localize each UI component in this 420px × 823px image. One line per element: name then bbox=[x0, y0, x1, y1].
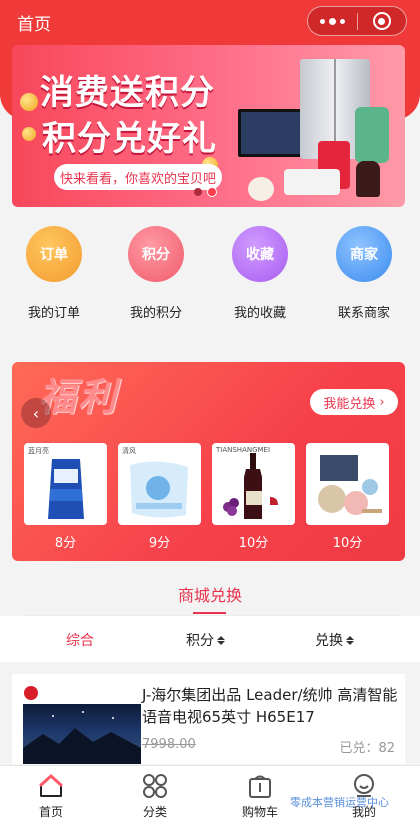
coin-icon bbox=[20, 93, 38, 111]
watermark: 零成本营销运营中心 bbox=[290, 796, 389, 809]
title-underline bbox=[193, 612, 226, 614]
redeemed-count: 已兑：82 bbox=[339, 741, 395, 756]
sort-filter-bar: 综合 积分 兑换 bbox=[0, 616, 420, 662]
chevron-left-icon[interactable]: ‹ bbox=[21, 398, 51, 428]
product-points: 10分 bbox=[238, 536, 269, 551]
favorite-icon: 收藏 bbox=[232, 226, 288, 282]
sort-icon bbox=[217, 635, 225, 645]
wine-bottle-image bbox=[223, 453, 278, 519]
product-image bbox=[23, 704, 141, 764]
banner-title-line2: 积分兑好礼 bbox=[42, 119, 217, 159]
coin-icon bbox=[22, 127, 36, 141]
tableware-image bbox=[318, 455, 382, 515]
divider bbox=[20, 615, 400, 616]
chevron-right-icon: › bbox=[379, 394, 385, 410]
category-icon bbox=[120, 772, 190, 800]
product-points: 10分 bbox=[332, 536, 363, 551]
banner-title-line1: 消费送积分 bbox=[40, 73, 215, 113]
more-menu-icon[interactable] bbox=[308, 17, 357, 25]
wine-image bbox=[356, 161, 380, 197]
menu-item-label: 我的收藏 bbox=[233, 306, 286, 321]
menu-item-label: 我的积分 bbox=[129, 306, 182, 321]
menu-item-favorites[interactable]: 收藏 我的收藏 bbox=[220, 226, 300, 321]
tab-cart[interactable]: 购物车 bbox=[225, 772, 295, 820]
product-card[interactable]: J-海尔集团出品 Leader/统帅 高清智能语音电视65英寸 H65E17 7… bbox=[12, 674, 405, 764]
tv-image bbox=[238, 109, 306, 157]
menu-item-merchant[interactable]: 商家 联系商家 bbox=[324, 226, 404, 321]
home-icon bbox=[16, 772, 86, 800]
menu-item-orders[interactable]: 订单 我的订单 bbox=[14, 226, 94, 321]
filter-redeemed[interactable]: 兑换 bbox=[315, 630, 354, 650]
quick-menu: 订单 我的订单 积分 我的积分 收藏 我的收藏 商家 联系商家 bbox=[0, 226, 420, 326]
mini-program-capsule bbox=[307, 6, 407, 36]
promo-banner[interactable]: 消费送积分 积分兑好礼 快来看看，你喜欢的宝贝吧 bbox=[12, 45, 405, 207]
product-title: J-海尔集团出品 Leader/统帅 高清智能语音电视65英寸 H65E17 bbox=[142, 686, 398, 726]
welfare-product[interactable]: TIANSHANGMEI bbox=[212, 443, 295, 525]
filter-comprehensive[interactable]: 综合 bbox=[66, 630, 94, 650]
welfare-product[interactable]: 清风 bbox=[118, 443, 201, 525]
filter-points[interactable]: 积分 bbox=[186, 630, 225, 650]
cart-icon bbox=[225, 772, 295, 800]
original-price: 7998.00 bbox=[142, 737, 196, 752]
merchant-icon: 商家 bbox=[336, 226, 392, 282]
close-mini-program-icon[interactable] bbox=[357, 12, 406, 30]
kettle-image bbox=[248, 177, 274, 201]
carousel-indicator bbox=[194, 188, 216, 196]
points-icon: 积分 bbox=[128, 226, 184, 282]
welfare-product[interactable] bbox=[306, 443, 389, 525]
page-title: 首页 bbox=[17, 15, 51, 35]
menu-item-points[interactable]: 积分 我的积分 bbox=[116, 226, 196, 321]
banner-subtitle: 快来看看，你喜欢的宝贝吧 bbox=[54, 164, 222, 190]
menu-item-label: 我的订单 bbox=[27, 306, 80, 321]
order-icon: 订单 bbox=[26, 226, 82, 282]
tab-home[interactable]: 首页 bbox=[16, 772, 86, 820]
haier-logo-icon bbox=[24, 686, 38, 700]
welfare-product[interactable]: 蓝月亮 bbox=[24, 443, 107, 525]
rice-cooker-image bbox=[284, 169, 340, 195]
product-points: 8分 bbox=[54, 536, 77, 551]
welfare-section: 福利 我能兑换 › ‹ 蓝月亮 清风 TIANSHANGMEI 8分 9分 10… bbox=[12, 362, 405, 561]
sort-icon bbox=[346, 635, 354, 645]
tab-category[interactable]: 分类 bbox=[120, 772, 190, 820]
menu-item-label: 联系商家 bbox=[337, 306, 390, 321]
redeem-button[interactable]: 我能兑换 › bbox=[310, 389, 398, 415]
appliance-image bbox=[355, 107, 389, 163]
mall-redeem-title: 商城兑换 bbox=[177, 586, 242, 605]
product-points: 9分 bbox=[148, 536, 171, 551]
